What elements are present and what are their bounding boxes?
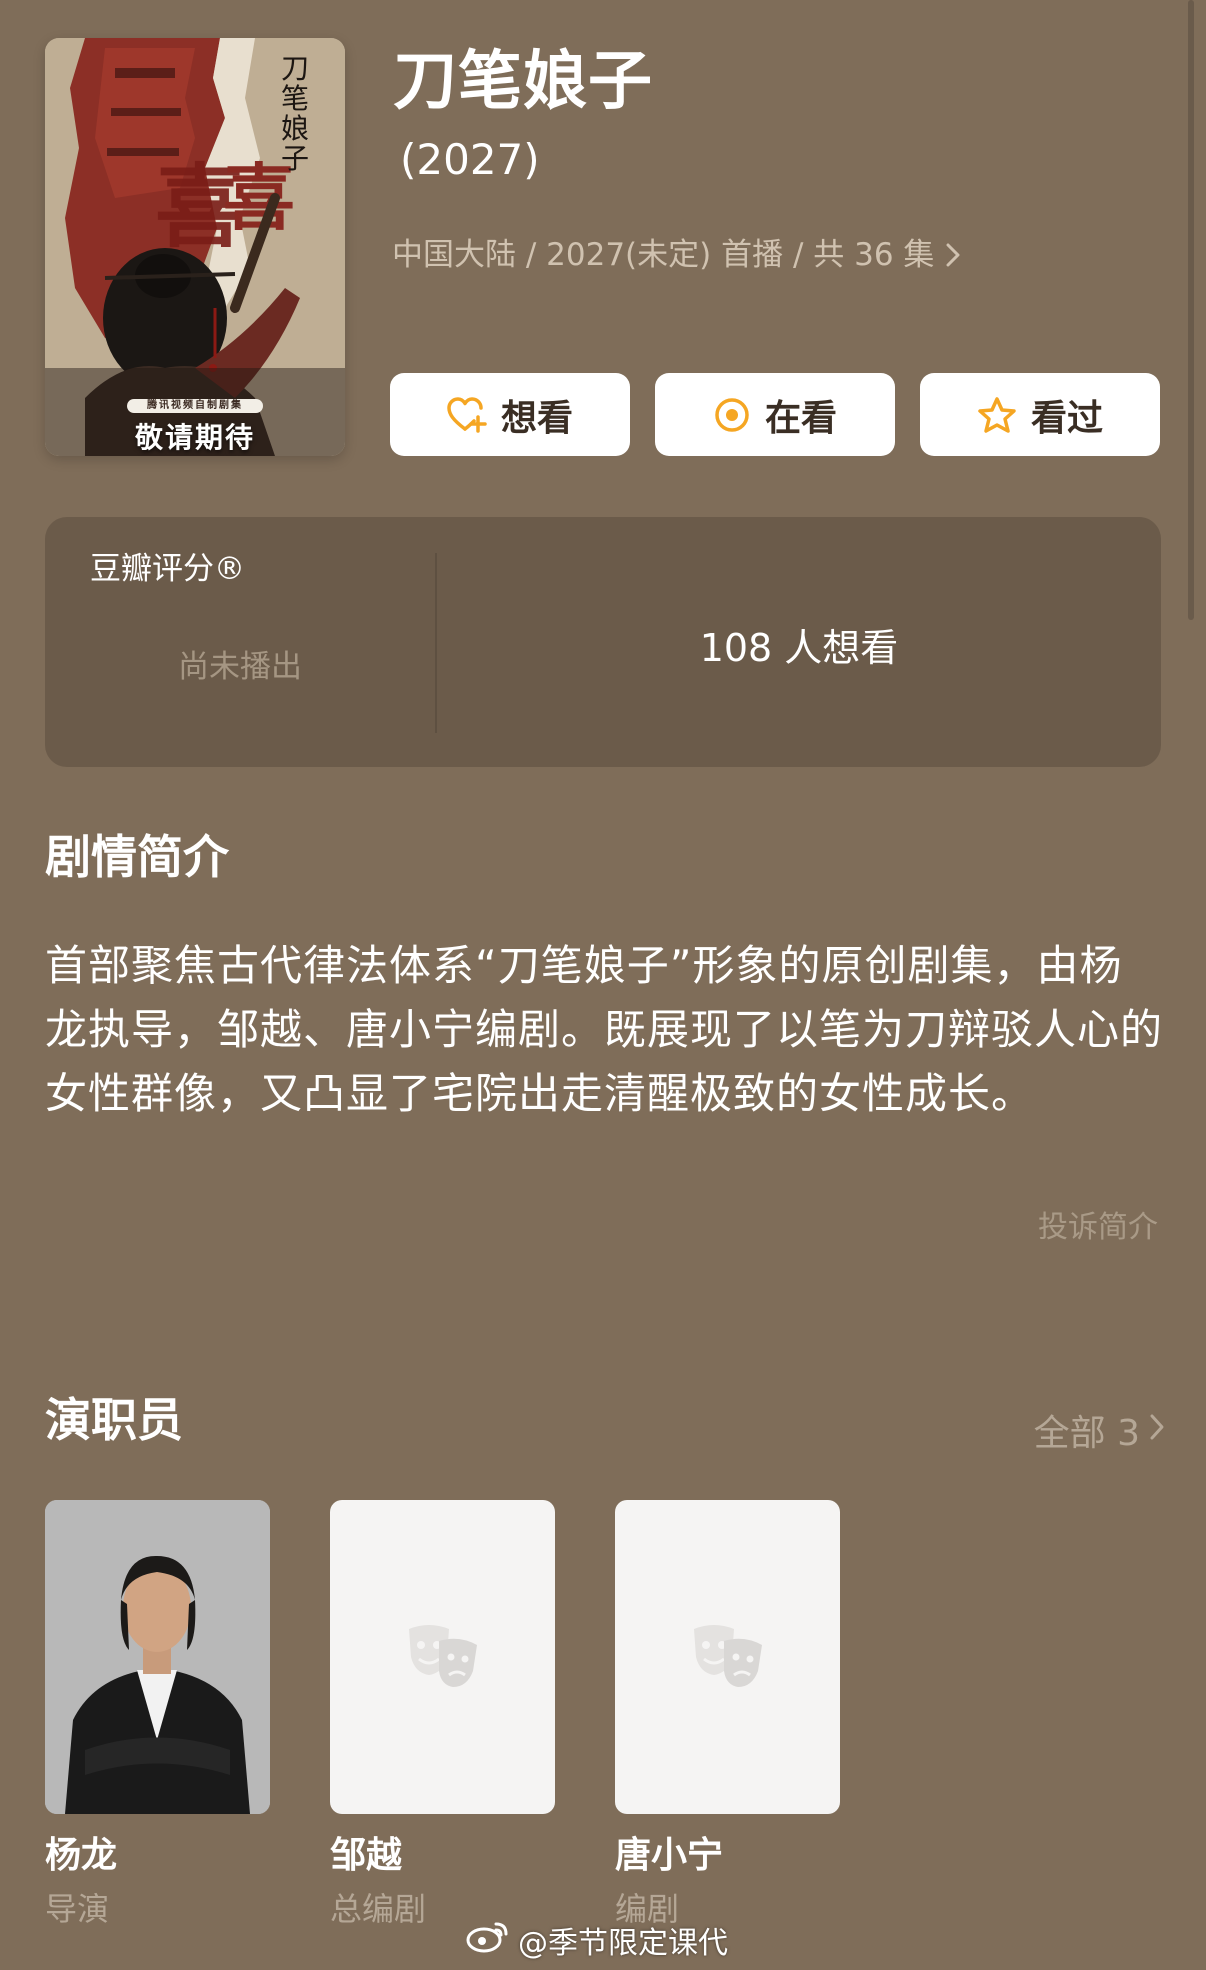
synopsis-text: 首部聚焦古代律法体系“刀笔娘子”形象的原创剧集，由杨龙执导，邹越、唐小宁编剧。既… (45, 941, 1164, 1118)
rating-label: 豆瓣评分® (90, 551, 245, 587)
person-photo (45, 1500, 270, 1814)
chevron-right-icon (944, 241, 962, 269)
rating-status: 尚未播出 (178, 649, 302, 685)
cast-photo-placeholder (615, 1500, 840, 1814)
weibo-icon (466, 1918, 510, 1962)
theater-masks-icon (688, 1615, 768, 1699)
rating-card[interactable]: 豆瓣评分® 尚未播出 108 人想看 (45, 517, 1161, 767)
chevron-right-icon (1148, 1410, 1166, 1451)
watched-label: 看过 (1030, 397, 1103, 439)
poster-badge: 腾讯视频自制剧集 (127, 399, 263, 413)
cast-name: 邹越 (330, 1835, 403, 1876)
want-to-watch-label: 想看 (500, 397, 573, 439)
want-count: 108 人想看 (699, 626, 899, 670)
watching-button[interactable]: 在看 (655, 373, 895, 456)
release-year: (2027) (400, 135, 540, 184)
theater-masks-icon (403, 1615, 483, 1699)
svg-text:笔: 笔 (281, 82, 309, 115)
see-all-label: 全部 3 (1033, 1413, 1140, 1454)
svg-text:子: 子 (281, 142, 309, 175)
svg-text:娘: 娘 (281, 112, 309, 145)
page-title: 刀笔娘子 (393, 45, 653, 119)
synopsis-heading: 剧情简介 (45, 830, 229, 884)
target-circle-icon (713, 396, 751, 434)
cast-card[interactable]: 唐小宁 编剧 (615, 1500, 840, 1930)
complaint-link[interactable]: 投诉简介 (1038, 1202, 1158, 1246)
cast-card[interactable]: 杨龙 导演 (45, 1500, 270, 1930)
cast-role: 导演 (45, 1890, 110, 1928)
scrollbar[interactable] (1188, 0, 1194, 620)
watermark: @季节限定课代 (466, 1918, 728, 1962)
cast-name: 唐小宁 (615, 1835, 724, 1876)
meta-info-text: 中国大陆 / 2027(未定) 首播 / 共 36 集 (392, 237, 935, 273)
star-icon (977, 396, 1017, 434)
action-bar: 想看 在看 看过 (390, 373, 1160, 456)
poster-caption: 敬请期待 (134, 421, 255, 454)
cast-card[interactable]: 邹越 总编剧 (330, 1500, 555, 1930)
want-to-watch-button[interactable]: 想看 (390, 373, 630, 456)
meta-info-link[interactable]: 中国大陆 / 2027(未定) 首播 / 共 36 集 (392, 235, 962, 275)
cast-list: 杨龙 导演 邹越 总编剧 唐小宁 编剧 (45, 1500, 840, 1930)
cast-heading: 演职员 (45, 1393, 183, 1447)
heart-plus-icon (447, 396, 487, 433)
svg-text:刀: 刀 (281, 52, 309, 85)
cast-photo (45, 1500, 270, 1814)
watermark-text: @季节限定课代 (518, 1926, 728, 1961)
poster-art: 喜 喜 刀 笔 娘 子 (45, 38, 345, 456)
watched-button[interactable]: 看过 (920, 373, 1160, 456)
cast-photo-placeholder (330, 1500, 555, 1814)
watching-label: 在看 (764, 397, 837, 439)
cast-name: 杨龙 (45, 1835, 118, 1876)
see-all-cast-link[interactable]: 全部 3 (1034, 1404, 1166, 1456)
poster-image[interactable]: 喜 喜 刀 笔 娘 子 腾讯视频自制剧集 敬请期待 (45, 38, 345, 456)
